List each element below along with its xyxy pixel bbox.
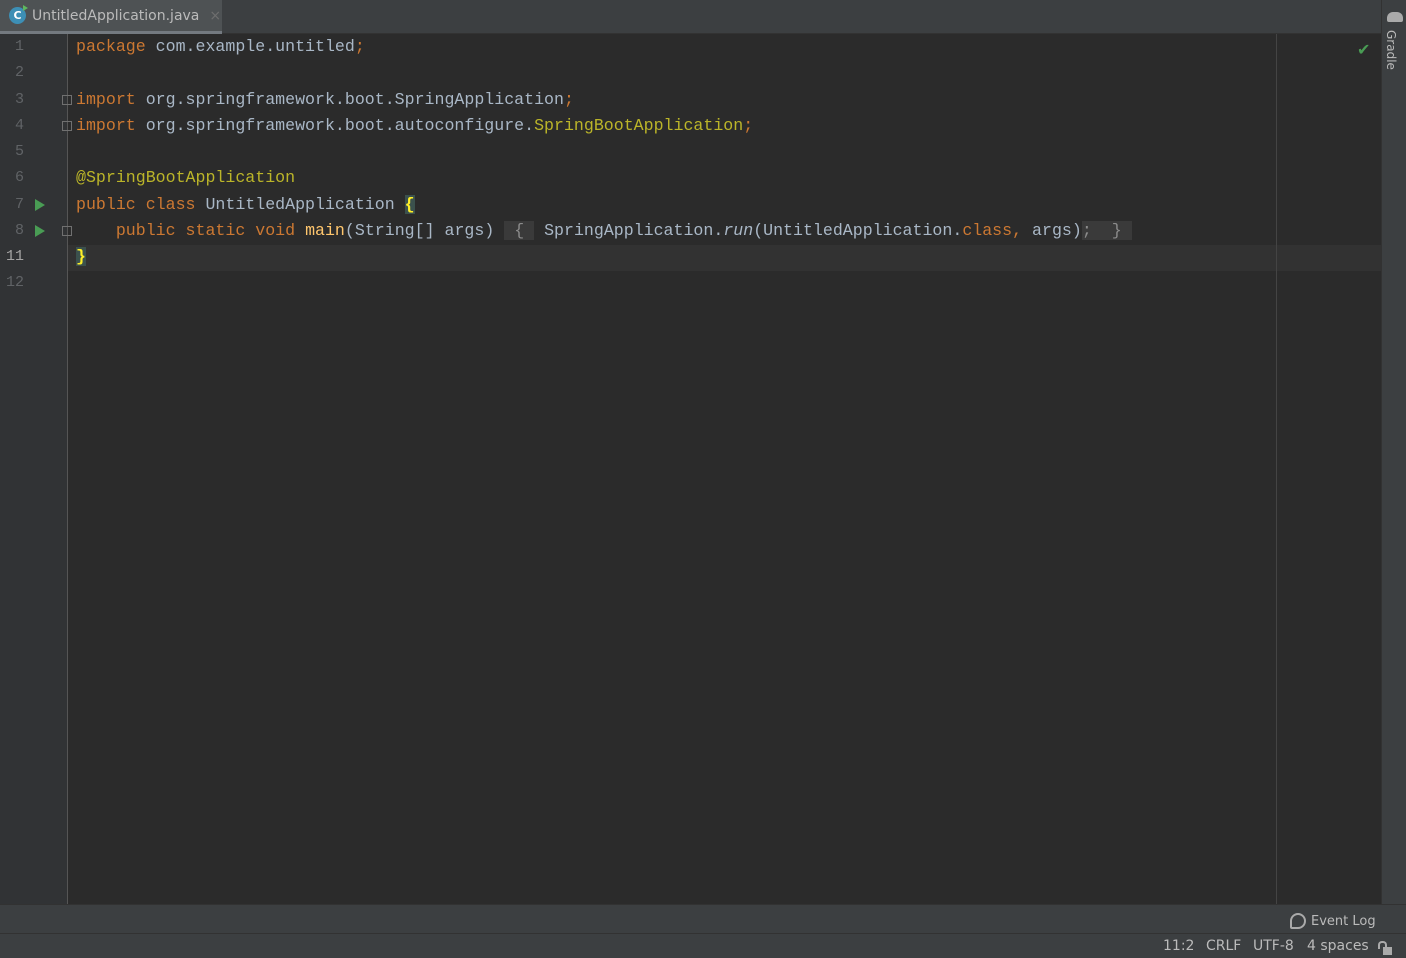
event-log-label: Event Log (1311, 913, 1376, 929)
no-problems-check-icon[interactable]: ✔ (1357, 40, 1370, 59)
line-number: 5 (14, 143, 24, 160)
code-token: ; (1081, 221, 1102, 240)
code-token: ; (743, 116, 754, 135)
code-token: public class (76, 195, 196, 214)
code-token: com.example.untitled (145, 37, 355, 56)
code-token: UntitledApplication (195, 195, 405, 214)
code-token: run (723, 221, 754, 240)
code-token: args) (1032, 221, 1082, 240)
unlock-icon[interactable] (1378, 941, 1392, 955)
code-token: package (76, 37, 146, 56)
line-gutter[interactable]: 1 2 3 4 5 6 7 8 11 12 (0, 34, 72, 904)
code-token: { (504, 221, 535, 240)
code-line[interactable]: package com.example.untitled; (76, 34, 365, 60)
code-line[interactable]: public class UntitledApplication { (76, 192, 415, 218)
line-number: 4 (14, 117, 24, 134)
code-token: org.springframework.boot.SpringApplicati… (135, 90, 564, 109)
line-number: 12 (5, 274, 24, 291)
code-line[interactable]: } (76, 244, 86, 270)
code-token: { (404, 195, 415, 214)
line-number: 8 (14, 222, 24, 239)
code-token: public static void (115, 221, 296, 240)
tab-untitled-application[interactable]: C UntitledApplication.java × (0, 0, 222, 34)
java-class-icon: C (9, 5, 28, 24)
line-number: 1 (14, 38, 24, 55)
code-token: (String[] args) (344, 221, 505, 240)
code-line[interactable]: import org.springframework.boot.SpringAp… (76, 87, 574, 113)
code-token: , (1012, 221, 1033, 240)
indent-setting[interactable]: 4 spaces (1307, 938, 1369, 954)
line-number: 11 (5, 248, 24, 265)
line-number: 6 (14, 169, 24, 186)
code-token: import (76, 90, 136, 109)
run-gutter-icon[interactable] (35, 199, 45, 211)
event-log-button[interactable]: Event Log (1290, 913, 1376, 929)
file-encoding[interactable]: UTF-8 (1253, 938, 1294, 954)
code-token: SpringBootApplication (534, 116, 744, 135)
code-line[interactable]: public static void main(String[] args) {… (76, 218, 1132, 244)
run-gutter-icon[interactable] (35, 225, 45, 237)
code-token: SpringApplication. (534, 221, 724, 240)
right-tool-strip (1381, 0, 1406, 904)
code-token: ; (563, 90, 574, 109)
code-token: } (1101, 221, 1132, 240)
event-log-icon (1290, 913, 1306, 929)
right-margin-guide (1276, 34, 1277, 904)
line-number: 7 (14, 196, 24, 213)
tab-label: UntitledApplication.java (32, 7, 200, 24)
line-number: 3 (14, 91, 24, 108)
code-line[interactable]: @SpringBootApplication (76, 165, 295, 191)
line-ending[interactable]: CRLF (1206, 938, 1241, 954)
code-token: @SpringBootApplication (76, 168, 296, 187)
caret-position[interactable]: 11:2 (1163, 938, 1194, 954)
code-token: ; (354, 37, 365, 56)
code-token: main (305, 221, 345, 240)
line-number: 2 (14, 64, 24, 81)
status-bar: Event Log 11:2 CRLF UTF-8 4 spaces (0, 904, 1406, 958)
gradle-tool-button[interactable]: Gradle (1384, 30, 1398, 70)
gradle-icon[interactable] (1387, 12, 1403, 22)
close-tab-icon[interactable]: × (209, 8, 221, 24)
code-token: import (76, 116, 136, 135)
code-token: class (962, 221, 1013, 240)
code-line[interactable]: import org.springframework.boot.autoconf… (76, 113, 753, 139)
code-token: (UntitledApplication. (753, 221, 963, 240)
code-token: } (76, 247, 86, 266)
editor-tab-bar: C UntitledApplication.java × (0, 0, 1381, 34)
code-token: org.springframework.boot.autoconfigure. (135, 116, 535, 135)
